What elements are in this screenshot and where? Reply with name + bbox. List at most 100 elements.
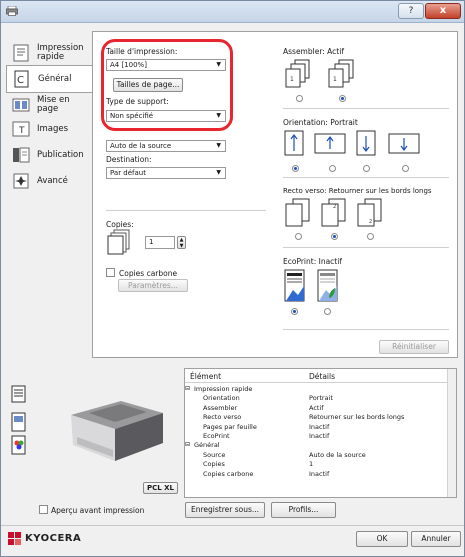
row-detail: Inactif (309, 422, 330, 431)
nav-item-advanced[interactable]: Avancé (6, 167, 92, 195)
ecoprint-label: EcoPrint: Inactif (283, 257, 342, 266)
row-detail: Auto de la source (309, 450, 366, 459)
collapse-icon[interactable]: ⊟ (185, 385, 190, 392)
duplex-short-edge-icon: 2 (357, 198, 382, 227)
duplex-long-edge-icon: 2 (321, 198, 346, 227)
duplex-off-radio[interactable] (295, 233, 302, 240)
portrait-icon (284, 130, 304, 156)
chevron-down-icon: ▼ (216, 142, 221, 149)
reset-button[interactable]: Réinitialiser (379, 340, 449, 354)
duplex-long-edge-radio[interactable] (331, 233, 338, 240)
source-select[interactable]: Auto de la source ▼ (106, 140, 226, 152)
print-preview-checkbox[interactable] (39, 505, 48, 514)
ecoprint-on-icon (317, 269, 338, 302)
help-button[interactable]: ? (398, 3, 424, 19)
parameters-button[interactable]: Paramètres... (118, 279, 188, 292)
row-item: Assembler (203, 403, 238, 412)
pdl-badge: PCL XL (143, 482, 178, 494)
destination-select[interactable]: Par défaut ▼ (106, 167, 226, 179)
orientation-landscape-rotated-radio[interactable] (402, 165, 409, 172)
divider (283, 247, 449, 248)
row-item: Copies carbone (203, 469, 254, 478)
table-row: Recto verso Retourner sur les bords longs (185, 413, 448, 422)
row-detail: Inactif (309, 469, 330, 478)
kyocera-logo-icon (8, 532, 21, 545)
nav-label: Avancé (37, 175, 68, 186)
orientation-label: Orientation: Portrait (283, 118, 358, 127)
orientation-portrait-radio[interactable] (292, 165, 299, 172)
table-row: Assembler Actif (185, 404, 448, 413)
select-value: Auto de la source (110, 142, 172, 150)
carbon-copies-checkbox[interactable] (106, 268, 115, 277)
settings-summary-table: Élément Détails ⊟ Impression rapide Orient… (184, 368, 457, 498)
svg-text:2: 2 (333, 204, 336, 210)
highlight-annotation (101, 39, 233, 131)
close-button[interactable]: x (425, 3, 461, 19)
ecoprint-off-radio[interactable] (291, 308, 298, 315)
table-row: EcoPrint Inactif (185, 432, 448, 441)
landscape-rotated-icon (388, 133, 420, 154)
copies-input[interactable]: 1 (145, 236, 175, 249)
landscape-icon (314, 133, 346, 154)
duplex-short-edge-radio[interactable] (367, 233, 374, 240)
collate-label: Assembler: Actif (283, 47, 344, 56)
printer-icon (6, 6, 18, 16)
nav-item-general[interactable]: C Général (6, 65, 92, 93)
general-icon: C (14, 70, 29, 88)
nav-item-publishing[interactable]: Publication (6, 141, 92, 169)
collate-on-radio[interactable] (339, 95, 346, 102)
row-item: Source (203, 450, 226, 459)
nav-label: Impression rapide (37, 43, 84, 62)
divider (106, 210, 266, 211)
print-properties-window: ? x Impression rapide C Général Mise en … (0, 0, 465, 557)
table-header: Élément Détails (185, 369, 448, 383)
table-row: ⊟ Général (185, 441, 448, 450)
group-label: Général (194, 441, 220, 450)
row-item: Copies (203, 460, 225, 469)
ecoprint-off-icon (284, 269, 305, 302)
row-detail: Inactif (309, 432, 330, 440)
row-item: Pages par feuille (203, 422, 257, 431)
nav-label: Général (38, 73, 72, 84)
layout-icon (12, 98, 30, 112)
row-item: Orientation (203, 394, 240, 403)
images-icon: T (12, 121, 30, 137)
chevron-down-icon: ▼ (216, 169, 221, 176)
orientation-portrait-rotated-radio[interactable] (363, 165, 370, 172)
publishing-icon (13, 147, 30, 163)
row-item: Recto verso (203, 413, 242, 422)
ecoprint-on-radio[interactable] (324, 308, 331, 315)
cancel-button[interactable]: Annuler (411, 531, 461, 547)
row-detail: Portrait (309, 394, 333, 403)
svg-text:2: 2 (369, 219, 372, 225)
group-label: Impression rapide (194, 385, 253, 393)
carbon-copies-label: Copies carbone (119, 269, 178, 278)
collate-off-radio[interactable] (296, 95, 303, 102)
divider (1, 525, 464, 526)
row-detail: 1 (309, 460, 314, 469)
collapse-icon[interactable]: ⊟ (185, 441, 190, 448)
print-preview-label: Aperçu avant impression (51, 506, 145, 515)
simplex-icon (285, 198, 310, 227)
color-tab-icon[interactable] (10, 434, 28, 458)
copies-icon (107, 229, 130, 255)
divider (283, 177, 449, 178)
column-header-details: Détails (309, 372, 336, 381)
ok-button[interactable]: OK (356, 531, 408, 547)
copies-stepper[interactable]: ▲ ▼ (177, 236, 186, 249)
nav-label: Publication (37, 149, 84, 160)
profiles-button[interactable]: Profils... (271, 502, 336, 518)
nav-item-images[interactable]: T Images (6, 115, 92, 143)
copies-label: Copies: (106, 220, 134, 229)
save-as-button[interactable]: Enregistrer sous... (185, 502, 265, 518)
row-detail: Actif (309, 403, 324, 412)
settings-tab-icon[interactable] (10, 384, 28, 408)
destination-label: Destination: (106, 155, 152, 164)
column-header-item: Élément (190, 372, 222, 381)
document-tab-icon[interactable] (10, 411, 28, 435)
orientation-landscape-radio[interactable] (329, 165, 336, 172)
table-row: ⊟ Impression rapide (185, 385, 448, 394)
quick-print-icon (13, 44, 29, 62)
nav-item-quick-print[interactable]: Impression rapide (6, 39, 92, 67)
table-scrollbar[interactable] (447, 369, 456, 497)
